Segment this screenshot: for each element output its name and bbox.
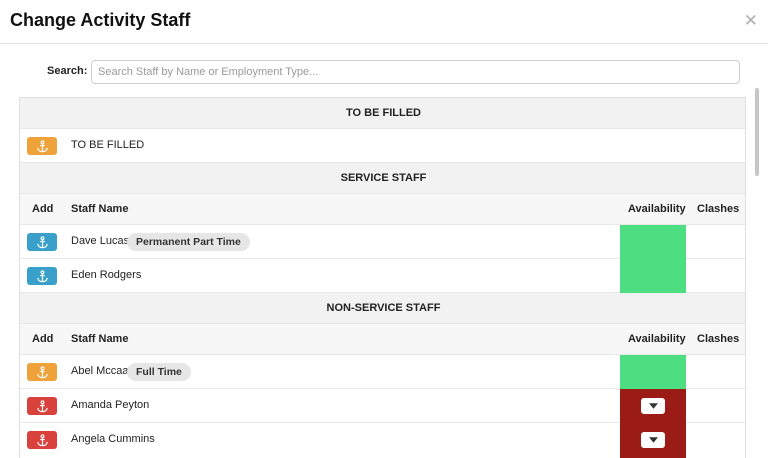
staff-table: TO BE FILLED TO BE FILLED SERVICE STAFF … <box>19 97 746 458</box>
table-row: TO BE FILLED <box>20 129 745 163</box>
anchor-icon <box>36 139 48 152</box>
staff-name: Dave Lucas <box>71 235 130 247</box>
add-staff-button[interactable] <box>27 137 57 155</box>
availability-cell-unavailable <box>620 423 686 458</box>
column-header-staff-name: Staff Name <box>71 333 129 345</box>
table-row: Dave Lucas Permanent Part Time <box>20 225 745 259</box>
caret-down-icon <box>648 403 658 409</box>
availability-cell-available <box>620 225 686 259</box>
table-row: Angela Cummins <box>20 423 745 458</box>
add-staff-button[interactable] <box>27 431 57 449</box>
caret-down-icon <box>648 437 658 443</box>
employment-type-badge: Full Time <box>127 363 191 381</box>
column-header-clashes: Clashes <box>697 333 740 345</box>
close-icon[interactable]: ✕ <box>744 11 758 31</box>
staff-name: Amanda Peyton <box>71 399 150 411</box>
anchor-icon <box>36 235 48 248</box>
table-row: Eden Rodgers <box>20 259 745 293</box>
column-header-add: Add <box>32 333 54 345</box>
table-row: Amanda Peyton <box>20 389 745 423</box>
section-header-service-staff: SERVICE STAFF <box>20 163 745 194</box>
add-staff-button[interactable] <box>27 397 57 415</box>
column-header-staff-name: Staff Name <box>71 203 129 215</box>
staff-name: Eden Rodgers <box>71 269 142 281</box>
column-header-add: Add <box>32 203 54 215</box>
section-header-to-be-filled: TO BE FILLED <box>20 98 745 129</box>
anchor-icon <box>36 269 48 282</box>
column-header-availability: Availability <box>628 203 686 215</box>
section-title: NON-SERVICE STAFF <box>326 302 441 314</box>
availability-cell-available <box>620 355 686 389</box>
employment-type-badge: Permanent Part Time <box>127 233 250 251</box>
section-header-non-service-staff: NON-SERVICE STAFF <box>20 293 745 324</box>
availability-cell-unavailable <box>620 389 686 423</box>
column-header-row: Add Staff Name Availability Clashes <box>20 194 745 225</box>
column-header-clashes: Clashes <box>697 203 740 215</box>
anchor-icon <box>36 399 48 412</box>
section-title: SERVICE STAFF <box>340 172 427 184</box>
staff-name: TO BE FILLED <box>71 139 145 151</box>
search-input[interactable] <box>91 60 740 84</box>
column-header-row: Add Staff Name Availability Clashes <box>20 324 745 355</box>
section-title: TO BE FILLED <box>346 107 421 119</box>
staff-name: Angela Cummins <box>71 433 155 445</box>
availability-cell-available <box>620 259 686 293</box>
add-staff-button[interactable] <box>27 363 57 381</box>
add-staff-button[interactable] <box>27 267 57 285</box>
scrollbar-thumb[interactable] <box>755 88 759 176</box>
modal-header: Change Activity Staff ✕ <box>0 0 768 44</box>
availability-dropdown-button[interactable] <box>641 432 665 448</box>
table-row: Abel Mccaa Full Time <box>20 355 745 389</box>
anchor-icon <box>36 433 48 446</box>
column-header-availability: Availability <box>628 333 686 345</box>
add-staff-button[interactable] <box>27 233 57 251</box>
availability-dropdown-button[interactable] <box>641 398 665 414</box>
search-label: Search: <box>47 65 88 77</box>
anchor-icon <box>36 365 48 378</box>
staff-name: Abel Mccaa <box>71 365 129 377</box>
modal-title: Change Activity Staff <box>10 10 191 30</box>
